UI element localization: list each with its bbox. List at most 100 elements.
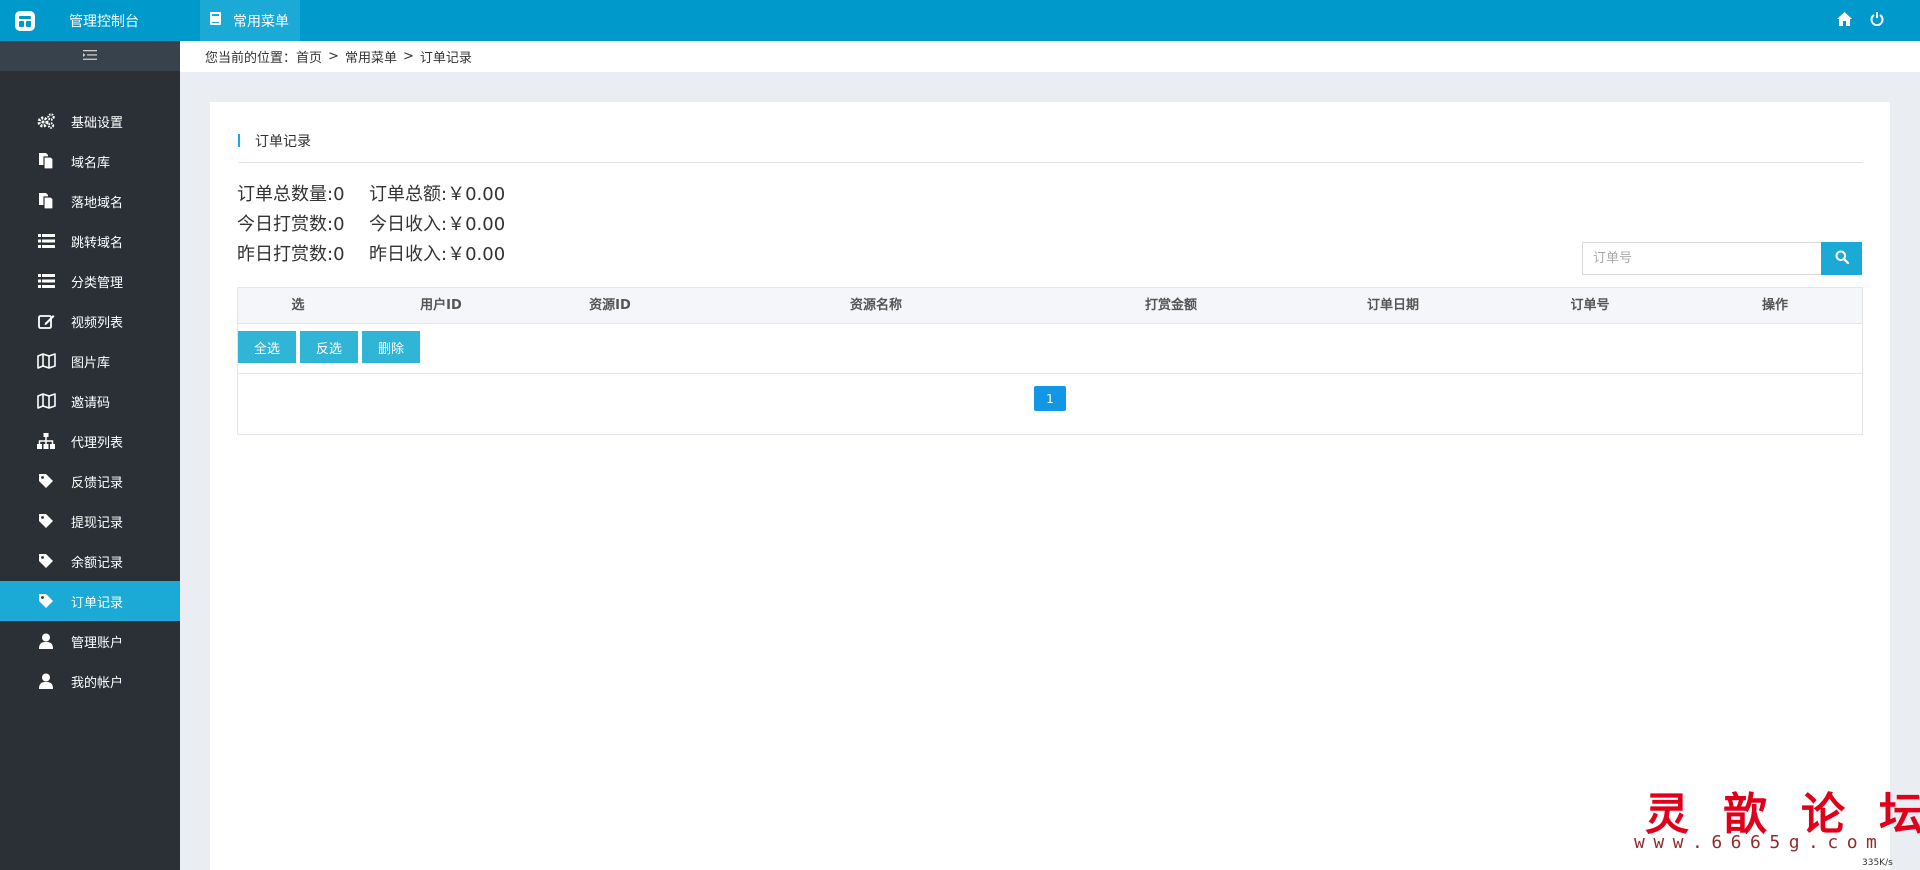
tag-icon <box>36 511 56 531</box>
breadcrumb-separator: > <box>402 49 414 64</box>
orders-table: 选 用户ID 资源ID 资源名称 打赏金额 订单日期 订单号 操作 全选 反选 删除 1 <box>237 287 1863 435</box>
stat-today-income: 今日收入:￥0.00 <box>369 214 506 235</box>
tab-common-menu[interactable]: 常用菜单 <box>200 0 300 41</box>
breadcrumb-menu[interactable]: 常用菜单 <box>345 47 397 66</box>
sidebar-item-label: 反馈记录 <box>71 475 124 491</box>
sidebar-item-10[interactable]: 反馈记录 <box>0 461 180 501</box>
column-header: 资源名称 <box>849 298 903 313</box>
book-icon <box>210 12 221 29</box>
stat-total-amount: 订单总额:￥0.00 <box>369 184 506 205</box>
sidebar-item-label: 我的帐户 <box>71 675 124 691</box>
sidebar-item-label: 代理列表 <box>71 435 124 451</box>
sidebar-item-label: 落地域名 <box>71 195 124 211</box>
table-header: 选 用户ID 资源ID 资源名称 打赏金额 订单日期 订单号 操作 <box>238 288 1862 324</box>
breadcrumb-home[interactable]: 首页 <box>296 47 322 66</box>
sidebar-item-12[interactable]: 余额记录 <box>0 541 180 581</box>
breadcrumb: 您当前的位置： 首页 > 常用菜单 > 订单记录 <box>180 41 1920 72</box>
sidebar-item-14[interactable]: 管理账户 <box>0 621 180 661</box>
sidebar-toggle[interactable] <box>0 41 180 71</box>
main-panel: 订单记录 订单总数量:0 订单总额:￥0.00 今日打赏数:0 今日收入:￥0.00… <box>210 102 1890 870</box>
title-accent-bar <box>238 134 240 147</box>
delete-button[interactable]: 删除 <box>362 331 421 363</box>
map-icon <box>36 351 56 371</box>
sidebar-item-label: 跳转域名 <box>71 235 124 251</box>
table-actions: 全选 反选 删除 <box>238 324 1862 374</box>
column-header: 打赏金额 <box>1144 298 1198 313</box>
copy-icon <box>36 191 56 211</box>
sidebar-item-label: 基础设置 <box>71 115 124 131</box>
sidebar-item-1[interactable]: 基础设置 <box>0 101 180 141</box>
sidebar-item-15[interactable]: 我的帐户 <box>0 661 180 701</box>
order-search <box>1582 242 1862 275</box>
page-title: 订单记录 <box>255 134 311 150</box>
map-icon <box>36 391 56 411</box>
user-icon <box>36 631 56 651</box>
tag-icon <box>36 471 56 491</box>
sidebar-item-label: 视频列表 <box>71 315 124 331</box>
sidebar-item-4[interactable]: 跳转域名 <box>0 221 180 261</box>
stats-row-yesterday: 昨日打赏数:0 昨日收入:￥0.00 <box>237 240 505 270</box>
column-header: 订单号 <box>1570 298 1610 313</box>
search-button[interactable] <box>1821 242 1862 275</box>
logo-icon <box>13 9 37 33</box>
column-header: 资源ID <box>589 298 631 313</box>
stat-total-count: 订单总数量:0 <box>237 184 345 205</box>
menu-collapse-icon <box>83 49 97 64</box>
tab-label: 常用菜单 <box>233 13 289 30</box>
stats-row-today: 今日打赏数:0 今日收入:￥0.00 <box>237 210 505 240</box>
sidebar-item-label: 域名库 <box>71 155 111 171</box>
column-header: 订单日期 <box>1366 298 1420 313</box>
sitemap-icon <box>36 431 56 451</box>
power-icon[interactable] <box>1870 11 1884 30</box>
sidebar-item-3[interactable]: 落地域名 <box>0 181 180 221</box>
pagination: 1 <box>238 374 1862 434</box>
brand-title: 管理控制台 <box>69 13 139 30</box>
sidebar-item-label: 订单记录 <box>71 595 124 611</box>
sidebar-item-label: 图片库 <box>71 355 111 371</box>
gears-icon <box>36 111 56 131</box>
network-speed: 335K/s <box>1862 858 1893 868</box>
invert-selection-button[interactable]: 反选 <box>300 331 359 363</box>
sidebar-item-label: 余额记录 <box>71 555 124 571</box>
sidebar-item-11[interactable]: 提现记录 <box>0 501 180 541</box>
sidebar-item-2[interactable]: 域名库 <box>0 141 180 181</box>
breadcrumb-current: 订单记录 <box>419 51 472 66</box>
order-number-search-input[interactable] <box>1582 242 1821 275</box>
column-header: 选 <box>291 298 305 313</box>
sidebar-item-9[interactable]: 代理列表 <box>0 421 180 461</box>
sidebar-item-label: 提现记录 <box>71 515 124 531</box>
tag-icon <box>36 551 56 571</box>
tag-icon <box>36 591 56 611</box>
list-icon <box>36 271 56 291</box>
list-icon <box>36 231 56 251</box>
column-header: 用户ID <box>420 298 462 313</box>
search-icon <box>1835 250 1849 267</box>
panel-header: 订单记录 <box>238 127 1863 163</box>
sidebar-item-label: 邀请码 <box>71 395 111 411</box>
breadcrumb-separator: > <box>328 49 339 64</box>
stat-today-count: 今日打赏数:0 <box>237 214 345 235</box>
top-bar: 管理控制台 常用菜单 <box>0 0 1920 41</box>
column-header: 操作 <box>1761 298 1789 313</box>
user-icon <box>36 671 56 691</box>
brand: 管理控制台 <box>0 0 180 41</box>
select-all-button[interactable]: 全选 <box>238 331 297 363</box>
home-icon[interactable] <box>1837 11 1852 30</box>
page-number-current[interactable]: 1 <box>1034 386 1066 411</box>
stats-row-total: 订单总数量:0 订单总额:￥0.00 <box>237 180 505 210</box>
edit-icon <box>36 311 56 331</box>
sidebar-menu: 基础设置域名库落地域名跳转域名分类管理视频列表图片库邀请码代理列表反馈记录提现记… <box>0 101 180 701</box>
sidebar-item-7[interactable]: 图片库 <box>0 341 180 381</box>
copy-icon <box>36 151 56 171</box>
sidebar-item-label: 管理账户 <box>71 635 124 651</box>
stat-yesterday-income: 昨日收入:￥0.00 <box>369 244 506 265</box>
sidebar-item-8[interactable]: 邀请码 <box>0 381 180 421</box>
sidebar-item-13[interactable]: 订单记录 <box>0 581 180 621</box>
sidebar-item-5[interactable]: 分类管理 <box>0 261 180 301</box>
sidebar: 基础设置域名库落地域名跳转域名分类管理视频列表图片库邀请码代理列表反馈记录提现记… <box>0 41 180 870</box>
order-stats: 订单总数量:0 订单总额:￥0.00 今日打赏数:0 今日收入:￥0.00 昨日打赏… <box>237 180 505 270</box>
watermark-url: www.6665g.com <box>1634 832 1886 853</box>
stat-yesterday-count: 昨日打赏数:0 <box>237 244 345 265</box>
sidebar-item-6[interactable]: 视频列表 <box>0 301 180 341</box>
top-right-actions <box>1837 0 1884 41</box>
